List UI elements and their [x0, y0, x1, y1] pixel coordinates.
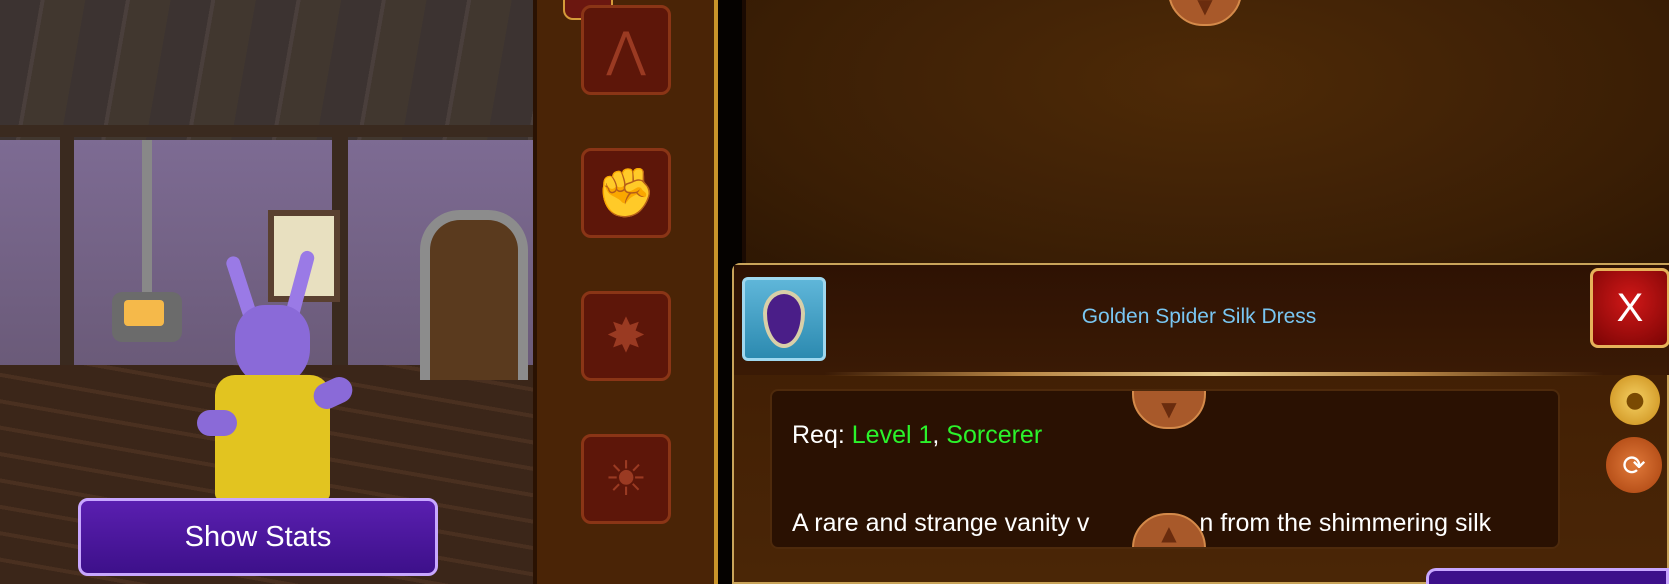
- burst-icon: ✸: [605, 308, 647, 364]
- category-fist-button[interactable]: ✊: [581, 148, 671, 238]
- sun-icon: ☀: [604, 451, 648, 507]
- scroll-down-icon[interactable]: ▼: [1168, 0, 1242, 26]
- item-icon: [742, 277, 826, 361]
- character-arm: [197, 410, 237, 436]
- category-banner-button[interactable]: ⋀: [581, 5, 671, 95]
- requirements: Req: Level 1, Sorcerer: [792, 421, 1042, 450]
- fist-icon: ✊: [596, 165, 656, 221]
- character-head: [235, 305, 310, 385]
- category-sidebar: ⋀ ✊ ✸ ☀: [533, 0, 718, 584]
- category-burst-button[interactable]: ✸: [581, 291, 671, 381]
- item-detail-popup: Golden Spider Silk Dress X ▼ Req: Level …: [732, 263, 1669, 584]
- coin-bag-icon[interactable]: ●: [1610, 375, 1660, 425]
- category-sun-button[interactable]: ☀: [581, 434, 671, 524]
- req-class: Sorcerer: [946, 421, 1043, 449]
- stove-pipe: [142, 140, 152, 300]
- description-box[interactable]: ▼ Req: Level 1, Sorcerer A rare and stra…: [770, 389, 1560, 549]
- bottom-action-button[interactable]: [1426, 568, 1669, 584]
- req-label: Req:: [792, 421, 845, 449]
- req-level: Level 1: [851, 421, 933, 449]
- divider-line: [824, 372, 1604, 376]
- item-title: Golden Spider Silk Dress: [1081, 305, 1317, 328]
- scroll-down-icon[interactable]: ▼: [1132, 391, 1206, 429]
- inventory-panel: ▼: [742, 0, 1669, 270]
- swap-icon[interactable]: ⟳: [1606, 437, 1662, 493]
- robe-icon: [763, 290, 805, 348]
- player-character[interactable]: [197, 249, 357, 500]
- wood-beam: [0, 125, 533, 137]
- close-button[interactable]: X: [1590, 268, 1669, 348]
- wood-beam: [60, 130, 74, 370]
- show-stats-button[interactable]: Show Stats: [78, 498, 438, 576]
- banner-icon: ⋀: [606, 22, 646, 78]
- req-separator: ,: [932, 421, 940, 449]
- game-scene: Show Stats: [0, 0, 533, 584]
- stove: [112, 292, 182, 342]
- wooden-door: [420, 210, 528, 380]
